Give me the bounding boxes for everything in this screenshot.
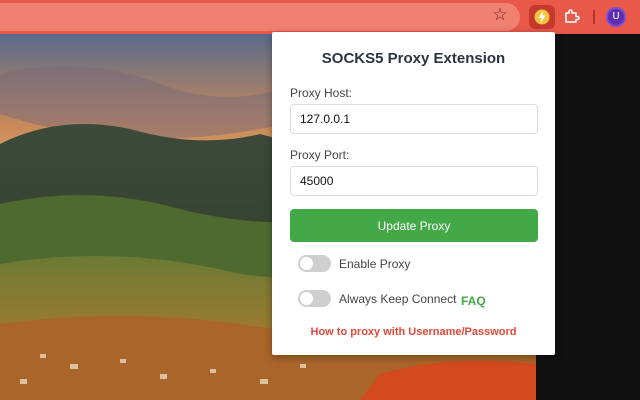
enable-proxy-label: Enable Proxy bbox=[339, 257, 411, 271]
proxy-host-label: Proxy Host: bbox=[290, 86, 353, 100]
always-keep-connect-label: Always Keep Connect bbox=[339, 292, 457, 306]
star-icon[interactable]: ☆ bbox=[490, 5, 510, 25]
proxy-extension-button[interactable] bbox=[529, 5, 555, 29]
toolbar-divider bbox=[593, 10, 595, 24]
faq-link[interactable]: FAQ bbox=[461, 294, 486, 308]
lightning-bolt-icon bbox=[534, 9, 550, 25]
address-bar[interactable] bbox=[0, 3, 520, 31]
username-password-howto-link[interactable]: How to proxy with Username/Password bbox=[272, 326, 555, 338]
puzzle-icon[interactable] bbox=[563, 7, 581, 25]
toggle-knob bbox=[300, 292, 313, 305]
browser-toolbar: ☆ U bbox=[0, 0, 640, 34]
toggle-knob bbox=[300, 257, 313, 270]
proxy-extension-popup: SOCKS5 Proxy Extension Proxy Host: Proxy… bbox=[272, 32, 555, 355]
popup-title: SOCKS5 Proxy Extension bbox=[321, 50, 506, 67]
proxy-host-input[interactable] bbox=[290, 104, 538, 134]
profile-avatar[interactable]: U bbox=[606, 7, 626, 27]
always-keep-connect-toggle[interactable] bbox=[298, 290, 331, 307]
proxy-port-input[interactable] bbox=[290, 166, 538, 196]
proxy-port-label: Proxy Port: bbox=[290, 148, 350, 162]
enable-proxy-toggle[interactable] bbox=[298, 255, 331, 272]
update-proxy-button[interactable]: Update Proxy bbox=[290, 209, 538, 242]
